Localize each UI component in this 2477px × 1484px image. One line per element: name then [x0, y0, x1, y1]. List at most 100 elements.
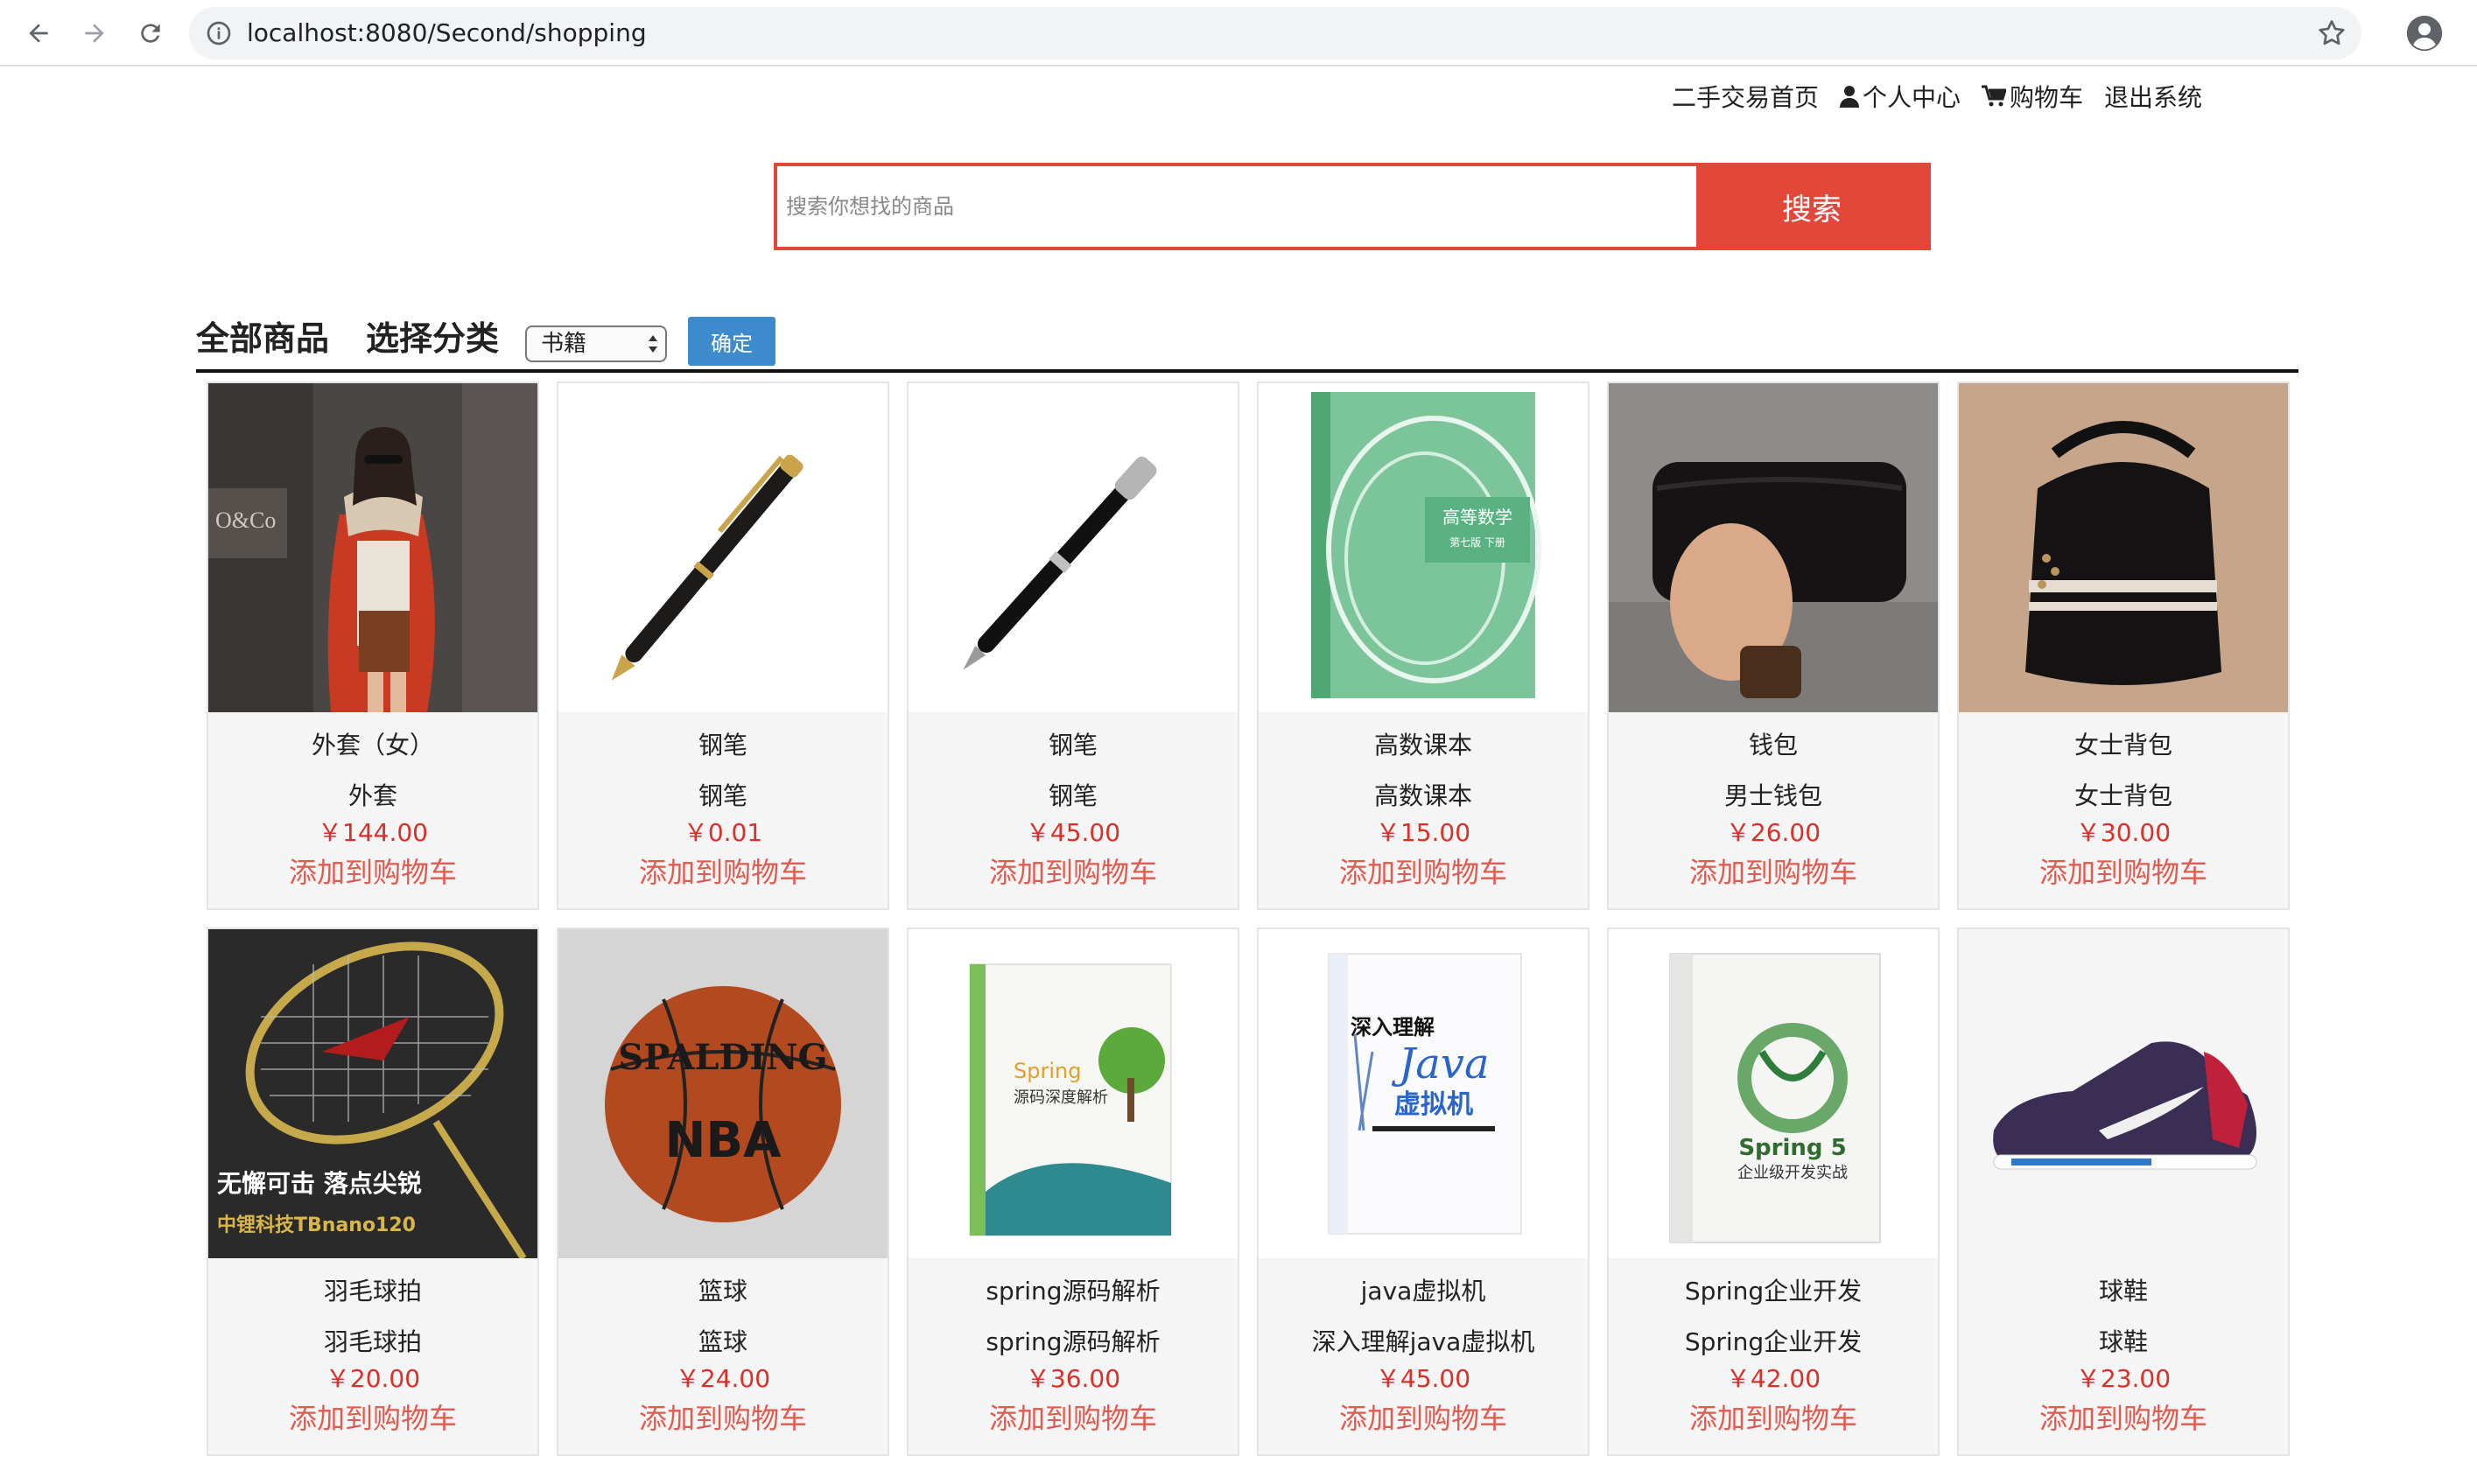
product-desc: 深入理解java虚拟机: [1311, 1327, 1535, 1356]
search-button[interactable]: 搜索: [1696, 166, 1927, 247]
product-name: 外套（女）: [311, 731, 434, 760]
svg-text:源码深度解析: 源码深度解析: [1014, 1088, 1108, 1107]
product-image-math-book[interactable]: 高等数学 第七版 下册: [1259, 383, 1588, 712]
add-to-cart-link[interactable]: 添加到购物车: [1259, 850, 1588, 891]
product-card: 钱包 男士钱包 ￥26.00 添加到购物车: [1607, 382, 1940, 910]
product-desc: 男士钱包: [1723, 781, 1822, 810]
product-card: 钢笔 钢笔 ￥45.00 添加到购物车: [907, 382, 1239, 910]
add-to-cart-link[interactable]: 添加到购物车: [558, 850, 888, 891]
product-image-racket[interactable]: 无懈可击 落点尖锐 中锂科技TBnano120: [208, 929, 537, 1258]
product-desc: 钢笔: [1048, 781, 1098, 810]
product-price: ￥30.00: [2075, 818, 2172, 847]
search-box: 搜索: [774, 163, 1931, 250]
info-icon[interactable]: [205, 19, 233, 47]
cart-icon: [1982, 85, 2007, 107]
nav-cart-link[interactable]: 购物车: [1982, 79, 2083, 114]
svg-text:第七版 下册: 第七版 下册: [1449, 536, 1505, 549]
product-image-pen[interactable]: [558, 383, 888, 712]
add-to-cart-link[interactable]: 添加到购物车: [208, 1396, 537, 1437]
filter-bar: 全部商品 选择分类 书籍 确定: [196, 308, 2298, 373]
user-icon: [1840, 86, 1860, 108]
select-arrows-icon: [649, 335, 657, 353]
nav-profile-link[interactable]: 个人中心: [1840, 79, 1961, 114]
star-icon[interactable]: [2316, 18, 2347, 49]
product-card: 无懈可击 落点尖锐 中锂科技TBnano120 羽毛球拍 羽毛球拍 ￥20.00…: [207, 928, 539, 1456]
product-image-spring-book[interactable]: Spring 源码深度解析: [909, 929, 1238, 1258]
product-card: 球鞋 球鞋 ￥23.00 添加到购物车: [1957, 928, 2290, 1456]
product-image-sneaker[interactable]: [1959, 929, 2288, 1258]
confirm-button[interactable]: 确定: [688, 317, 775, 366]
product-desc: 外套: [347, 781, 397, 810]
product-price: ￥36.00: [1025, 1364, 1121, 1393]
product-card: SPALDING NBA 篮球 篮球 ￥24.00 添加到购物车: [557, 928, 889, 1456]
product-desc: spring源码解析: [986, 1327, 1161, 1356]
svg-text:企业级开发实战: 企业级开发实战: [1737, 1164, 1848, 1182]
add-to-cart-link[interactable]: 添加到购物车: [909, 1396, 1238, 1437]
product-image-coat[interactable]: O&Co: [208, 383, 537, 712]
product-name: 女士背包: [2074, 731, 2172, 760]
product-image-jvm-book[interactable]: 深入理解 Java 虚拟机: [1259, 929, 1588, 1258]
svg-text:NBA: NBA: [665, 1112, 782, 1169]
add-to-cart-link[interactable]: 添加到购物车: [1959, 850, 2288, 891]
add-to-cart-link[interactable]: 添加到购物车: [1259, 1396, 1588, 1437]
product-image-pen[interactable]: [909, 383, 1238, 712]
product-image-wallet[interactable]: [1609, 383, 1938, 712]
product-desc: 篮球: [698, 1327, 747, 1356]
product-card: 深入理解 Java 虚拟机 java虚拟机 深入理解java虚拟机 ￥45.00…: [1257, 928, 1589, 1456]
top-nav: 二手交易首页 个人中心 购物车 退出系统: [1672, 79, 2202, 114]
profile-icon[interactable]: [2405, 14, 2444, 52]
add-to-cart-link[interactable]: 添加到购物车: [1609, 850, 1938, 891]
product-name: 球鞋: [2098, 1277, 2148, 1306]
address-bar[interactable]: localhost:8080/Second/shopping: [189, 7, 2361, 60]
product-desc: 球鞋: [2098, 1327, 2148, 1356]
product-desc: 钢笔: [698, 781, 747, 810]
svg-text:Spring 5: Spring 5: [1738, 1135, 1846, 1161]
svg-text:Java: Java: [1391, 1040, 1490, 1088]
product-name: 羽毛球拍: [323, 1277, 422, 1306]
nav-logout-link[interactable]: 退出系统: [2104, 79, 2202, 114]
reload-icon[interactable]: [128, 10, 173, 56]
product-name: 钢笔: [1048, 731, 1098, 760]
add-to-cart-link[interactable]: 添加到购物车: [1959, 1396, 2288, 1437]
svg-text:中锂科技TBnano120: 中锂科技TBnano120: [217, 1214, 416, 1236]
category-select[interactable]: 书籍: [525, 326, 667, 362]
add-to-cart-link[interactable]: 添加到购物车: [1609, 1396, 1938, 1437]
svg-text:高等数学: 高等数学: [1442, 507, 1512, 528]
product-image-spring5-book[interactable]: Spring 5 企业级开发实战: [1609, 929, 1938, 1258]
product-price: ￥45.00: [1025, 818, 1121, 847]
product-price: ￥45.00: [1375, 1364, 1471, 1393]
product-price: ￥20.00: [325, 1364, 421, 1393]
category-label: 选择分类: [366, 319, 500, 358]
product-price: ￥15.00: [1375, 818, 1471, 847]
add-to-cart-link[interactable]: 添加到购物车: [909, 850, 1238, 891]
product-card: Spring 5 企业级开发实战 Spring企业开发 Spring企业开发 ￥…: [1607, 928, 1940, 1456]
product-name: java虚拟机: [1360, 1277, 1486, 1306]
product-card: 女士背包 女士背包 ￥30.00 添加到购物车: [1957, 382, 2290, 910]
url-text[interactable]: localhost:8080/Second/shopping: [247, 7, 647, 60]
section-title: 全部商品: [196, 319, 330, 358]
product-desc: 女士背包: [2074, 781, 2172, 810]
product-image-basketball[interactable]: SPALDING NBA: [558, 929, 888, 1258]
product-name: 高数课本: [1373, 731, 1472, 760]
nav-profile-label: 个人中心: [1863, 83, 1961, 112]
back-arrow-icon[interactable]: [16, 10, 61, 56]
product-price: ￥26.00: [1725, 818, 1821, 847]
svg-text:O&Co: O&Co: [215, 508, 276, 533]
svg-text:虚拟机: 虚拟机: [1394, 1089, 1473, 1120]
product-card: 钢笔 钢笔 ￥0.01 添加到购物车: [557, 382, 889, 910]
product-image-backpack[interactable]: [1959, 383, 2288, 712]
svg-text:无懈可击 落点尖锐: 无懈可击 落点尖锐: [217, 1169, 422, 1198]
add-to-cart-link[interactable]: 添加到购物车: [558, 1396, 888, 1437]
forward-arrow-icon[interactable]: [72, 10, 117, 56]
product-name: 钱包: [1748, 731, 1798, 760]
product-price: ￥144.00: [318, 818, 428, 847]
nav-home-link[interactable]: 二手交易首页: [1672, 79, 1819, 114]
product-card: 高等数学 第七版 下册 高数课本 高数课本 ￥15.00 添加到购物车: [1257, 382, 1589, 910]
product-name: 篮球: [698, 1277, 747, 1306]
product-price: ￥24.00: [675, 1364, 771, 1393]
nav-logout-label: 退出系统: [2104, 83, 2203, 112]
add-to-cart-link[interactable]: 添加到购物车: [208, 850, 537, 891]
product-price: ￥0.01: [683, 818, 763, 847]
product-name: Spring企业开发: [1684, 1277, 1863, 1306]
search-input[interactable]: [777, 166, 1696, 247]
